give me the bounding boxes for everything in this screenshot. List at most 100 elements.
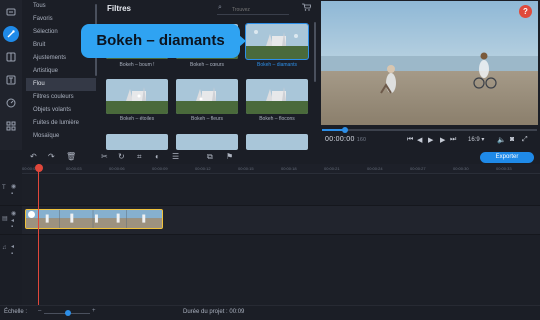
timecode-ms: 160 bbox=[356, 137, 367, 143]
undo-icon[interactable]: ↶ bbox=[30, 152, 37, 162]
export-button[interactable]: Exporter bbox=[480, 152, 534, 163]
category-item-selected[interactable]: Flou bbox=[26, 78, 96, 91]
video-preview[interactable] bbox=[321, 1, 538, 125]
play-icon[interactable]: ▶ bbox=[428, 136, 433, 144]
video-clip[interactable] bbox=[25, 209, 163, 229]
color-adjust-icon[interactable]: ◐ bbox=[155, 152, 160, 162]
filter-label: Bokeh – flocons bbox=[259, 116, 295, 122]
filters-panel: Filtres ⌕ bbox=[100, 0, 318, 150]
zoom-out-icon[interactable]: – bbox=[38, 308, 41, 314]
search-icon: ⌕ bbox=[218, 4, 222, 11]
search-input[interactable] bbox=[232, 5, 288, 14]
filter-category-list: Tous Favoris Sélection Bruit Ajustements… bbox=[26, 0, 96, 150]
zoom-in-icon[interactable]: + bbox=[92, 308, 96, 314]
timecode-main: 00:00:00 bbox=[325, 136, 355, 143]
track-visibility-icon[interactable]: ◉ bbox=[11, 210, 16, 217]
crop-icon[interactable]: ⌗ bbox=[137, 152, 142, 162]
delete-icon[interactable]: 🗑 bbox=[66, 152, 76, 162]
category-item[interactable]: Tous bbox=[26, 0, 96, 13]
ruler-tick: 00:00:27 bbox=[410, 166, 426, 171]
filter-label: Bokeh – boum ! bbox=[119, 62, 155, 68]
track-lock-icon[interactable]: ▪ bbox=[11, 251, 13, 257]
playback-progress-bar[interactable] bbox=[322, 127, 537, 133]
transitions-icon[interactable] bbox=[3, 49, 19, 65]
audio-track[interactable] bbox=[22, 234, 540, 305]
titles-icon[interactable] bbox=[3, 72, 19, 88]
filter-thumbnail[interactable] bbox=[106, 134, 168, 150]
music-track-icon: ♫ bbox=[2, 245, 7, 251]
zoom-slider-knob[interactable] bbox=[65, 310, 71, 316]
store-cart-icon[interactable] bbox=[302, 3, 312, 13]
ruler-tick: 00:00:30 bbox=[453, 166, 469, 171]
project-duration: Durée du projet : 00:09 bbox=[183, 309, 245, 315]
filter-thumbnail[interactable] bbox=[106, 79, 168, 114]
filter-label: Bokeh – étoiles bbox=[119, 116, 155, 122]
track-divider bbox=[0, 205, 540, 206]
ruler-tick: 00:00:21 bbox=[324, 166, 340, 171]
track-volume-icon[interactable]: ◂ bbox=[11, 217, 14, 224]
panel-title: Filtres bbox=[107, 4, 132, 13]
search-box: ⌕ bbox=[217, 4, 289, 15]
ruler-tick: 00:00:03 bbox=[66, 166, 82, 171]
volume-icon[interactable]: 🔈 bbox=[497, 136, 506, 144]
edit-toolbar bbox=[0, 150, 540, 164]
split-scissors-icon[interactable]: ✂ bbox=[101, 152, 108, 162]
category-item[interactable]: Objets volants bbox=[26, 104, 96, 117]
snapshot-camera-icon[interactable]: ◙ bbox=[510, 136, 514, 143]
progress-fill bbox=[322, 129, 344, 131]
ruler-tick: 00:00:06 bbox=[109, 166, 125, 171]
ruler-tick: 00:00:33 bbox=[496, 166, 512, 171]
rotate-icon[interactable]: ↻ bbox=[118, 152, 125, 162]
step-back-icon[interactable]: ◀ bbox=[417, 136, 422, 144]
filters-wand-icon[interactable] bbox=[3, 26, 19, 42]
category-item[interactable]: Fuites de lumière bbox=[26, 117, 96, 130]
track-lock-icon[interactable]: ▪ bbox=[11, 224, 13, 230]
filters-scrollbar[interactable] bbox=[314, 22, 316, 82]
tool-rail bbox=[0, 0, 22, 150]
timecode-display: 00:00:00 160 bbox=[325, 136, 366, 143]
marker-flag-icon[interactable]: ⚑ bbox=[226, 152, 233, 162]
skip-forward-icon[interactable]: ⏭ bbox=[450, 136, 456, 144]
playhead-handle[interactable] bbox=[35, 164, 43, 172]
filter-label: Bokeh – fleurs bbox=[191, 116, 223, 122]
ruler-tick: 00:00:15 bbox=[238, 166, 254, 171]
more-tools-grid-icon[interactable] bbox=[3, 118, 19, 134]
filter-thumbnail[interactable] bbox=[246, 79, 308, 114]
filter-label-selected: Bokeh – diamants bbox=[256, 62, 298, 68]
ruler-tick: 00:00:18 bbox=[281, 166, 297, 171]
ruler-tick: 00:00:09 bbox=[152, 166, 168, 171]
track-lock-icon[interactable]: ▪ bbox=[11, 191, 13, 197]
category-item[interactable]: Mosaïque bbox=[26, 130, 96, 143]
overlay-icon[interactable]: ⧉ bbox=[207, 152, 213, 162]
progress-knob[interactable] bbox=[342, 127, 348, 133]
text-track-icon: T bbox=[2, 185, 6, 191]
redo-icon[interactable]: ↷ bbox=[48, 152, 55, 162]
ruler-tick: 00:00:24 bbox=[367, 166, 383, 171]
filter-thumbnail[interactable] bbox=[246, 134, 308, 150]
playhead-line[interactable] bbox=[38, 164, 39, 305]
stickers-icon[interactable] bbox=[3, 95, 19, 111]
filter-name-tooltip: Bokeh – diamants bbox=[81, 24, 246, 58]
filter-thumbnail[interactable] bbox=[176, 134, 238, 150]
text-track[interactable] bbox=[22, 175, 540, 205]
video-editor-app: Tous Favoris Sélection Bruit Ajustements… bbox=[0, 0, 540, 320]
filter-thumbnail-selected[interactable] bbox=[245, 23, 309, 60]
clip-properties-icon[interactable]: ☰ bbox=[172, 152, 179, 162]
filter-thumbnail[interactable] bbox=[176, 79, 238, 114]
clip-filter-badge-icon bbox=[28, 211, 35, 218]
scale-label: Échelle : bbox=[4, 309, 28, 315]
import-icon[interactable] bbox=[3, 4, 19, 20]
category-item[interactable]: Filtres couleurs bbox=[26, 91, 96, 104]
category-item[interactable]: Artistique bbox=[26, 65, 96, 78]
track-mute-icon[interactable]: ◉ bbox=[11, 183, 16, 190]
track-volume-icon[interactable]: ◂ bbox=[11, 243, 14, 250]
track-divider bbox=[0, 234, 540, 235]
help-button[interactable]: ? bbox=[519, 5, 532, 18]
step-forward-icon[interactable]: ▶ bbox=[440, 136, 445, 144]
aspect-ratio-select[interactable]: 16:9 ▾ bbox=[468, 136, 484, 143]
fullscreen-icon[interactable]: ⤢ bbox=[522, 136, 528, 144]
video-track-icon: ▤ bbox=[2, 216, 8, 222]
filter-label: Bokeh – cœurs bbox=[190, 62, 224, 68]
ruler-tick: 00:00:12 bbox=[195, 166, 211, 171]
skip-back-icon[interactable]: ⏮ bbox=[407, 136, 413, 144]
